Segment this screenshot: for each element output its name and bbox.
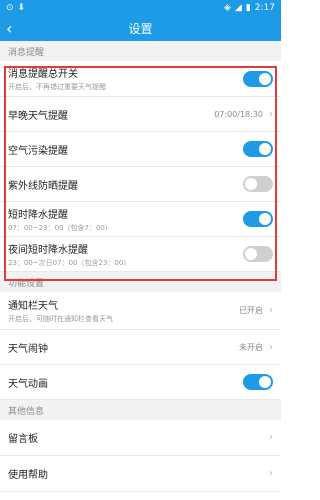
help-label: 使用帮助 (8, 470, 48, 481)
message-board-row[interactable]: 留言板 › (0, 420, 281, 456)
air-pollution-toggle[interactable] (243, 141, 273, 157)
uv-toggle[interactable] (243, 176, 273, 192)
chevron-right-icon: › (269, 305, 273, 316)
status-bar: ⊙ ⬇ ◈ ◢ ▮ 2:17 (0, 0, 281, 15)
master-notify-texts: 消息提醒总开关 开启后，不再错过重要天气提醒 (8, 65, 106, 92)
short-rain-row[interactable]: 短时降水提醒 07：00~23：00（包含7：00） (0, 202, 281, 237)
section-features: 功能设置 (0, 272, 281, 292)
short-rain-texts: 短时降水提醒 07：00~23：00（包含7：00） (8, 206, 112, 233)
toggle-knob (259, 72, 271, 85)
toggle-knob (259, 376, 271, 388)
signal-icon: ◢ (234, 2, 242, 13)
notification-icon: ⊙ (6, 2, 14, 13)
page-title: 设置 (128, 21, 153, 36)
notification-bar-right: 已开启 › (239, 305, 273, 316)
section-notifications: 消息提醒 (0, 41, 281, 61)
night-rain-texts: 夜间短时降水提醒 23：00~次日07：00（包含23：00） (8, 241, 130, 268)
master-notify-sub: 开启后，不再错过重要天气提醒 (8, 83, 106, 91)
air-pollution-label: 空气污染提醒 (8, 145, 68, 157)
toggle-knob (259, 213, 271, 225)
master-notify-toggle[interactable] (243, 70, 273, 87)
short-rain-toggle[interactable] (243, 211, 273, 227)
notification-bar-row[interactable]: 通知栏天气 开启后，可随时在通知栏查看天气 已开启 › (0, 292, 281, 330)
uv-texts: 紫外线防晒提醒 (8, 177, 78, 192)
uv-row[interactable]: 紫外线防晒提醒 (0, 167, 281, 202)
weather-animation-texts: 天气动画 (8, 375, 48, 390)
notification-bar-label: 通知栏天气 (8, 301, 58, 312)
battery-icon: ▮ (245, 2, 251, 13)
morning-evening-value: 07:00/18:30 (214, 109, 263, 119)
weather-animation-toggle[interactable] (243, 374, 273, 390)
short-rain-label: 短时降水提醒 (8, 209, 68, 221)
download-icon: ⬇ (17, 2, 26, 13)
chevron-right-icon: › (269, 341, 273, 353)
night-rain-label: 夜间短时降水提醒 (8, 244, 88, 256)
notification-bar-sub: 开启后，可随时在通知栏查看天气 (8, 315, 113, 323)
help-row[interactable]: 使用帮助 › (0, 456, 281, 492)
master-notify-label: 消息提醒总开关 (8, 69, 78, 80)
air-pollution-right (243, 141, 273, 157)
chevron-right-icon: › (269, 108, 273, 120)
uv-label: 紫外线防晒提醒 (8, 180, 78, 192)
weather-animation-label: 天气动画 (8, 378, 48, 390)
weather-animation-row[interactable]: 天气动画 (0, 365, 281, 400)
status-left: ⊙ ⬇ (6, 3, 25, 13)
notification-bar-texts: 通知栏天气 开启后，可随时在通知栏查看天气 (8, 297, 113, 324)
night-rain-right (243, 246, 273, 262)
message-board-right: › (269, 432, 273, 443)
short-rain-right (243, 211, 273, 227)
morning-evening-label: 早晚天气提醒 (8, 110, 68, 122)
status-right: ◈ ◢ ▮ 2:17 (224, 3, 275, 13)
toggle-knob (259, 143, 271, 155)
weather-alarm-right: 未开启 › (239, 342, 273, 353)
chevron-right-icon: › (269, 468, 273, 479)
air-pollution-row[interactable]: 空气污染提醒 (0, 132, 281, 167)
night-rain-toggle[interactable] (243, 246, 273, 262)
night-rain-row[interactable]: 夜间短时降水提醒 23：00~次日07：00（包含23：00） (0, 237, 281, 272)
morning-evening-texts: 早晚天气提醒 (8, 107, 68, 122)
chevron-left-icon: ‹ (6, 18, 13, 38)
toggle-knob (245, 178, 257, 190)
section-other: 其他信息 (0, 400, 281, 420)
weather-alarm-label: 天气闹钟 (8, 343, 48, 355)
app-bar: ‹ 设置 (0, 15, 281, 41)
toggle-knob (245, 248, 257, 260)
master-notify-row[interactable]: 消息提醒总开关 开启后，不再错过重要天气提醒 (0, 61, 281, 97)
message-board-label: 留言板 (8, 434, 38, 445)
weather-alarm-texts: 天气闹钟 (8, 340, 48, 355)
air-pollution-texts: 空气污染提醒 (8, 142, 68, 157)
weather-animation-right (243, 374, 273, 390)
master-notify-right (243, 70, 273, 87)
uv-right (243, 176, 273, 192)
message-board-texts: 留言板 (8, 430, 38, 445)
morning-evening-right: 07:00/18:30 › (214, 109, 273, 120)
help-right: › (269, 468, 273, 479)
night-rain-sub: 23：00~次日07：00（包含23：00） (8, 258, 131, 267)
notification-bar-value: 已开启 (239, 306, 263, 315)
weather-alarm-row[interactable]: 天气闹钟 未开启 › (0, 330, 281, 365)
morning-evening-row[interactable]: 早晚天气提醒 07:00/18:30 › (0, 97, 281, 132)
wifi-icon: ◈ (223, 2, 231, 13)
back-button[interactable]: ‹ (6, 15, 12, 41)
chevron-right-icon: › (269, 432, 273, 443)
help-texts: 使用帮助 (8, 466, 48, 481)
short-rain-sub: 07：00~23：00（包含7：00） (8, 223, 112, 232)
weather-alarm-value: 未开启 (239, 342, 263, 352)
status-time: 2:17 (254, 2, 275, 13)
